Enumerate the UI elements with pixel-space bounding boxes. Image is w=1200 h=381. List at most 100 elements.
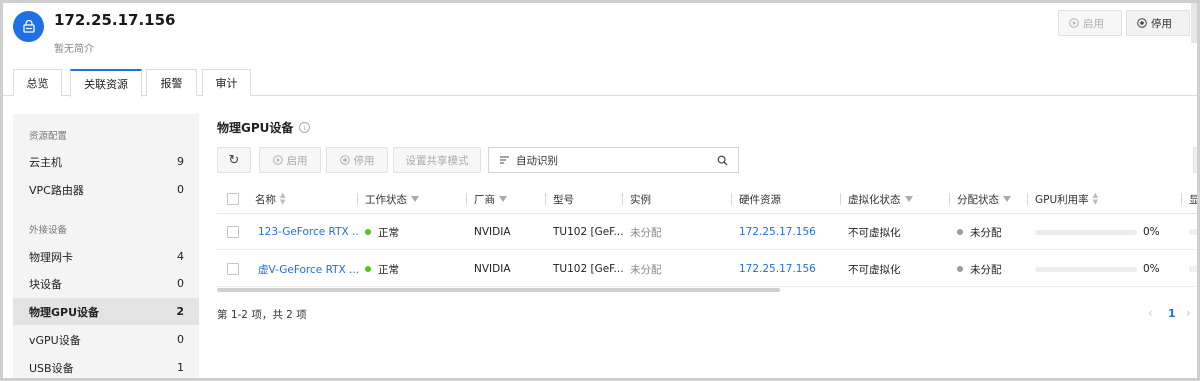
sidebar-item-count: 0	[177, 277, 184, 290]
sort-icon[interactable]: ▲ ▼	[1093, 192, 1098, 206]
play-icon	[272, 155, 283, 165]
sidebar-item-vgpu[interactable]: vGPU设备 0	[13, 326, 199, 353]
work-status-text: 正常	[378, 226, 399, 239]
gpu-util-cell: 0%	[1035, 251, 1160, 287]
row-checkbox[interactable]	[227, 263, 239, 275]
filter-lines-icon	[500, 156, 509, 164]
instance-cell: 未分配	[630, 226, 662, 239]
model-cell: TU102 [GeF...	[553, 263, 624, 275]
sidebar-item-vm[interactable]: 云主机 9	[13, 148, 199, 175]
prev-page-icon[interactable]: ‹	[1148, 306, 1153, 320]
horizontal-scrollbar[interactable]	[217, 288, 780, 292]
tab-alarms[interactable]: 报警	[146, 69, 197, 96]
toolbar-enable-button[interactable]: 启用	[259, 147, 321, 173]
allocation-text: 未分配	[970, 226, 1002, 239]
sidebar-item-usb[interactable]: USB设备 1	[13, 354, 199, 378]
column-divider	[545, 193, 546, 205]
toolbar-overflow-button[interactable]	[1193, 147, 1197, 173]
gpu-name-link[interactable]: 虚V-GeForce RTX ...	[258, 251, 358, 287]
page-header: 172.25.17.156 暂无简介 启用 停用	[3, 3, 1197, 69]
toolbar-disable-button[interactable]: 停用	[326, 147, 388, 173]
table-row[interactable]: 123-GeForce RTX ... 正常 NVIDIA TU102 [GeF…	[217, 214, 1197, 250]
tab-label: 总览	[26, 77, 49, 90]
virtualization-cell: 不可虚拟化	[848, 226, 901, 239]
column-header-gpu-util[interactable]: GPU利用率 ▲ ▼	[1027, 184, 1098, 214]
gpu-name-link[interactable]: 123-GeForce RTX ...	[258, 214, 358, 250]
resource-sidebar: 资源配置 云主机 9 VPC路由器 0 外接设备 物理网卡 4 块设备 0 物理…	[13, 114, 199, 378]
column-header-memory[interactable]: 显	[1181, 184, 1197, 214]
column-divider	[357, 193, 358, 205]
select-all-checkbox[interactable]	[227, 193, 239, 205]
gpu-util-bar	[1035, 266, 1137, 272]
app-frame: 172.25.17.156 暂无简介 启用 停用 总览 关联资源 报警 审计 资…	[0, 0, 1200, 381]
search-icon[interactable]	[717, 155, 728, 166]
disable-button[interactable]: 停用	[1126, 10, 1190, 36]
next-page-icon[interactable]: ›	[1186, 306, 1191, 320]
column-header-label: GPU利用率	[1035, 193, 1089, 206]
column-header-virtualization[interactable]: 虚拟化状态	[840, 184, 913, 214]
gpu-util-text: 0%	[1143, 263, 1160, 275]
column-header-label: 虚拟化状态	[848, 193, 901, 206]
sidebar-group-external-devices: 外接设备	[29, 225, 68, 236]
tab-overview[interactable]: 总览	[13, 69, 62, 96]
page-subtitle: 暂无简介	[54, 44, 94, 55]
sidebar-item-vpc-router[interactable]: VPC路由器 0	[13, 176, 199, 203]
server-icon	[22, 19, 35, 33]
status-ok-dot	[365, 229, 371, 235]
sort-icon[interactable]: ▲ ▼	[280, 192, 285, 206]
column-divider	[1027, 193, 1028, 205]
vendor-cell: NVIDIA	[474, 263, 511, 275]
sidebar-item-block-device[interactable]: 块设备 0	[13, 270, 199, 297]
filter-icon[interactable]	[411, 196, 419, 202]
hardware-resource-link[interactable]: 172.25.17.156	[739, 214, 816, 250]
filter-icon[interactable]	[499, 196, 507, 202]
search-input[interactable]: 自动识别	[488, 147, 739, 173]
virtualization-cell: 不可虚拟化	[848, 263, 901, 276]
search-input-value: 自动识别	[516, 154, 558, 167]
tab-audit[interactable]: 审计	[202, 69, 251, 96]
column-header-allocation[interactable]: 分配状态	[949, 184, 1011, 214]
sidebar-group-resource-config: 资源配置	[29, 131, 68, 142]
column-header-label: 实例	[630, 193, 651, 206]
column-header-label: 工作状态	[365, 193, 407, 206]
info-icon[interactable]: i	[299, 122, 311, 133]
column-header-vendor[interactable]: 厂商	[466, 184, 507, 214]
gpu-util-bar	[1035, 229, 1137, 235]
pagination-summary: 第 1-2 项，共 2 项	[217, 309, 307, 321]
enable-button[interactable]: 启用	[1058, 10, 1122, 36]
table-row[interactable]: 虚V-GeForce RTX ... 正常 NVIDIA TU102 [GeF.…	[217, 251, 1197, 287]
sidebar-item-label: VPC路由器	[29, 183, 84, 197]
tab-related-resources[interactable]: 关联资源	[70, 69, 142, 97]
column-header-hardware[interactable]: 硬件资源	[731, 184, 781, 214]
filter-icon[interactable]	[904, 196, 913, 202]
page-number-button[interactable]: 1	[1168, 307, 1176, 320]
row-checkbox[interactable]	[227, 226, 239, 238]
column-header-name[interactable]: 名称 ▲ ▼	[255, 184, 285, 214]
column-header-work-status[interactable]: 工作状态	[357, 184, 419, 214]
sidebar-item-count: 0	[177, 183, 184, 196]
column-divider	[731, 193, 732, 205]
memory-util-bar	[1189, 266, 1197, 272]
status-idle-dot	[957, 229, 963, 235]
sidebar-item-physical-gpu[interactable]: 物理GPU设备 2	[13, 298, 199, 325]
column-header-label: 型号	[553, 193, 574, 206]
filter-icon[interactable]	[1003, 196, 1011, 202]
column-divider	[1181, 193, 1182, 205]
sidebar-item-physical-nic[interactable]: 物理网卡 4	[13, 243, 199, 270]
hardware-resource-link[interactable]: 172.25.17.156	[739, 251, 816, 287]
model-cell: TU102 [GeF...	[553, 226, 624, 238]
sidebar-item-count: 4	[177, 250, 184, 263]
column-header-instance[interactable]: 实例	[622, 184, 651, 214]
section-title: 物理GPU设备 i	[217, 119, 311, 136]
allocation-cell: 未分配	[957, 251, 1002, 287]
status-idle-dot	[957, 266, 963, 272]
sidebar-item-label: USB设备	[29, 361, 74, 375]
refresh-button[interactable]: ↻	[217, 147, 251, 173]
toolbar-disable-label: 停用	[353, 154, 375, 167]
column-header-label: 名称	[255, 193, 276, 206]
set-share-mode-button[interactable]: 设置共享模式	[393, 147, 481, 173]
stop-icon	[1137, 18, 1147, 28]
column-header-model[interactable]: 型号	[545, 184, 574, 214]
column-divider	[466, 193, 467, 205]
vertical-scrollbar[interactable]	[1191, 3, 1197, 43]
